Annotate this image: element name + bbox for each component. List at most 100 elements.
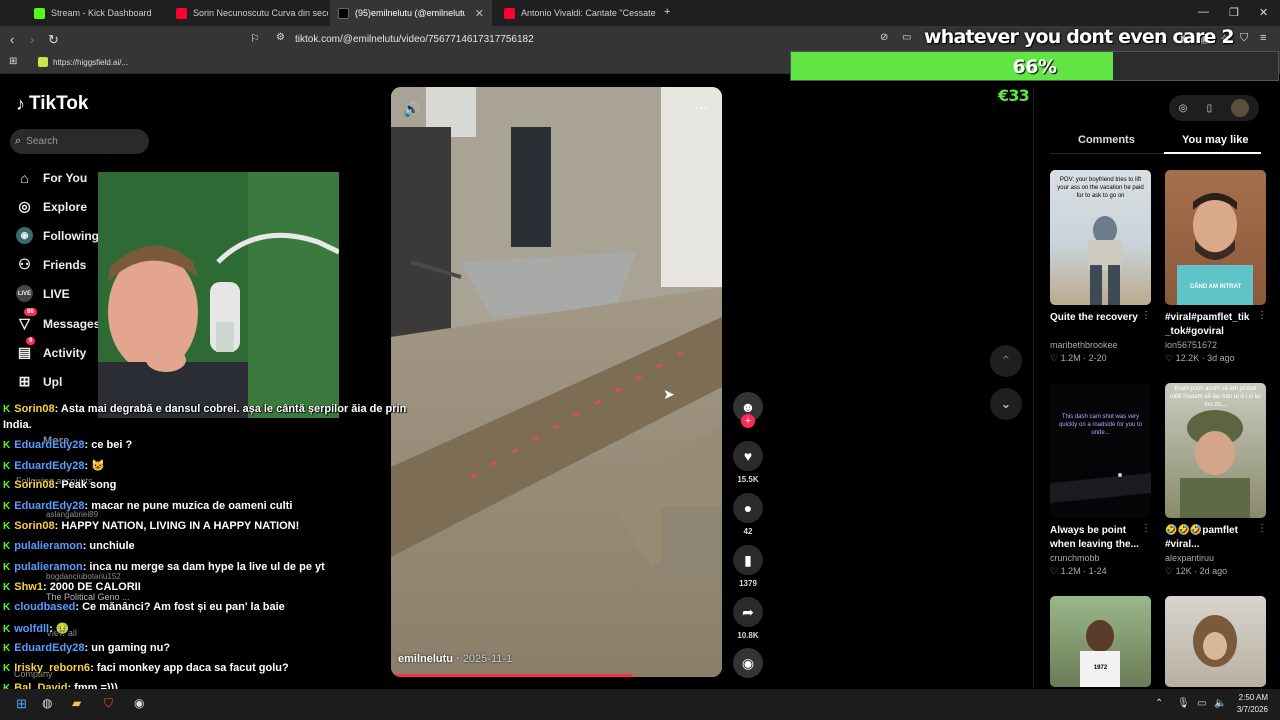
home-icon: ⌂ bbox=[20, 169, 29, 186]
nav-friends[interactable]: ⚇ Friends bbox=[16, 256, 86, 273]
chat-username[interactable]: Sorin08 bbox=[14, 403, 54, 415]
nav-explore[interactable]: ◎ Explore bbox=[16, 198, 87, 215]
video-card[interactable]: This dash cam shot was very quickly on a… bbox=[1050, 383, 1151, 577]
follow-plus-icon[interactable]: + bbox=[741, 414, 755, 428]
chat-username[interactable]: pulalieramon bbox=[14, 540, 82, 552]
video-thumbnail: This dash cam shot was very quickly on a… bbox=[1050, 383, 1151, 518]
bookmark-higgsfield[interactable]: https://higgsfield.ai/... bbox=[38, 57, 128, 67]
card-author[interactable]: ion56751672 bbox=[1165, 340, 1266, 350]
nav-live[interactable]: LIVE LIVE bbox=[16, 285, 70, 302]
kick-badge-icon: K bbox=[3, 461, 11, 472]
tab-kick-dashboard[interactable]: Stream - Kick Dashboard bbox=[26, 0, 168, 26]
nav-following[interactable]: ◉ Following bbox=[16, 227, 99, 244]
chat-username[interactable]: EduardEdy28 bbox=[14, 460, 84, 472]
more-options-icon[interactable]: ⋯ bbox=[694, 99, 708, 116]
save-button[interactable]: ▮ 1379 bbox=[733, 545, 763, 588]
windows-start-icon[interactable]: ⊞ bbox=[16, 696, 27, 712]
back-icon[interactable]: ‹ bbox=[10, 32, 14, 47]
close-tab-icon[interactable]: ✕ bbox=[475, 7, 484, 20]
nav-messages[interactable]: ▽ 86 Messages bbox=[16, 308, 100, 332]
tab-youtube-vivaldi[interactable]: Antonio Vivaldi: Cantate "Cessate, om bbox=[496, 0, 656, 26]
sound-disc[interactable]: ◉ bbox=[733, 648, 763, 678]
creator-avatar[interactable]: ☻ + bbox=[733, 392, 763, 428]
search-input[interactable]: ⌕ Search bbox=[10, 129, 149, 154]
search-icon: ⌕ bbox=[15, 135, 22, 147]
chat-username[interactable]: cloudbased bbox=[14, 601, 75, 613]
like-button[interactable]: ♥ 15.5K bbox=[733, 441, 763, 484]
chat-username[interactable]: pulalieramon bbox=[14, 561, 82, 573]
url-field[interactable]: tiktok.com/@emilnelutu/video/75677146173… bbox=[295, 34, 534, 45]
chat-username[interactable]: EduardEdy28 bbox=[14, 642, 84, 654]
tab-youtube-sorin[interactable]: Sorin Necunoscutu Curva din secolul bbox=[168, 0, 328, 26]
next-video-button[interactable]: ⌄ bbox=[990, 388, 1022, 420]
system-clock[interactable]: 2:50 AM 3/7/2026 bbox=[1237, 692, 1268, 716]
folder-icon[interactable]: ▰ bbox=[72, 696, 81, 710]
card-more-icon[interactable]: ⋮ bbox=[1257, 310, 1267, 321]
tiktok-logo[interactable]: ♪ TikTok bbox=[16, 93, 88, 115]
video-card[interactable]: 1972 bbox=[1050, 596, 1151, 687]
nav-for-you[interactable]: ⌂ For You bbox=[16, 169, 87, 186]
restore-icon[interactable]: ❐ bbox=[1229, 6, 1239, 19]
card-date: 3d ago bbox=[1207, 353, 1235, 363]
microphone-icon[interactable]: 🎙 bbox=[1177, 698, 1190, 709]
card-more-icon[interactable]: ⋮ bbox=[1257, 523, 1267, 534]
video-player[interactable]: 🔊 ⋯ emilnelutu · 2025-11-1 bbox=[391, 87, 722, 677]
tray-expand-icon[interactable]: ⌃ bbox=[1155, 698, 1163, 709]
comment-button[interactable]: ● 42 bbox=[733, 493, 763, 536]
chat-username[interactable]: Sorin08 bbox=[14, 520, 54, 532]
share-button[interactable]: ➦ 10.8K bbox=[733, 597, 763, 640]
card-author[interactable]: maribethbrookee bbox=[1050, 340, 1151, 350]
chat-message: K EduardEdy28: 😺 bbox=[3, 459, 105, 472]
video-card[interactable]: POV: your boyfriend tries to lift your a… bbox=[1050, 170, 1151, 364]
eye-off-icon[interactable]: ⊘ bbox=[880, 32, 888, 43]
site-info-icon[interactable]: ⚙ bbox=[276, 32, 285, 43]
shield-icon[interactable]: ⛉ bbox=[1240, 32, 1248, 45]
chat-username[interactable]: wolfdll bbox=[14, 623, 49, 635]
chat-username[interactable]: EduardEdy28 bbox=[14, 439, 84, 451]
forward-icon[interactable]: › bbox=[30, 32, 34, 47]
chat-message: K Shw1: 2000 DE CALORII bbox=[3, 581, 141, 593]
previous-video-button[interactable]: ⌃ bbox=[990, 345, 1022, 377]
bookmark-icon[interactable]: ⚐ bbox=[250, 32, 260, 45]
chat-username[interactable]: Shw1 bbox=[14, 581, 43, 593]
speaker-icon[interactable]: 🔈 bbox=[1214, 698, 1226, 709]
reload-icon[interactable]: ↻ bbox=[48, 32, 59, 48]
card-more-icon[interactable]: ⋮ bbox=[1141, 310, 1151, 321]
display-icon[interactable]: ▭ bbox=[1197, 698, 1206, 709]
close-window-icon[interactable]: ✕ bbox=[1259, 6, 1268, 19]
chrome-icon[interactable]: ◍ bbox=[42, 696, 52, 710]
nav-activity[interactable]: ▤ 9 Activity bbox=[16, 337, 87, 361]
comment-icon: ● bbox=[733, 493, 763, 523]
nav-upload[interactable]: ⊞ Upl bbox=[16, 373, 63, 390]
chat-username[interactable]: Irisky_reborn6 bbox=[14, 662, 90, 674]
video-card[interactable] bbox=[1165, 596, 1266, 687]
compass-icon[interactable]: ◎ bbox=[1179, 103, 1188, 114]
chat-username[interactable]: Sorin08 bbox=[14, 479, 54, 491]
video-card[interactable]: Eram puțin acum să am probat iuBil insea… bbox=[1165, 383, 1266, 577]
card-author[interactable]: alexpantiruu bbox=[1165, 553, 1266, 563]
tab-tiktok[interactable]: (95)emilnelutu (@emilnelutu) ✕ bbox=[330, 0, 492, 26]
goal-percent: 66% bbox=[1012, 56, 1057, 78]
apps-icon[interactable]: ⊞ bbox=[9, 56, 17, 67]
chat-text: : faci monkey app daca sa facut golu? bbox=[90, 662, 289, 674]
kick-badge-icon: K bbox=[3, 582, 11, 593]
chat-username[interactable]: EduardEdy28 bbox=[14, 500, 84, 512]
minimize-icon[interactable]: — bbox=[1198, 6, 1209, 18]
new-tab-button[interactable]: + bbox=[664, 6, 670, 18]
card-more-icon[interactable]: ⋮ bbox=[1141, 523, 1151, 534]
tab-you-may-like[interactable]: You may like bbox=[1182, 134, 1248, 146]
cast-icon[interactable]: ▭ bbox=[902, 32, 911, 43]
nav-label: Activity bbox=[43, 345, 87, 360]
windows-taskbar: ⊞ ◍ ▰ ⛉ ◉ ⌃ 🎙 ▭ 🔈 2:50 AM 3/7/2026 bbox=[0, 689, 1280, 720]
video-card[interactable]: CÂND AM INTRAT #viral#pamflet_tik _tok#g… bbox=[1165, 170, 1266, 364]
obs-icon[interactable]: ◉ bbox=[134, 696, 144, 710]
profile-avatar[interactable] bbox=[1231, 99, 1250, 117]
card-author[interactable]: crunchmobb bbox=[1050, 553, 1151, 563]
brave-icon[interactable]: ⛉ bbox=[104, 696, 113, 711]
phone-icon[interactable]: ▯ bbox=[1207, 103, 1213, 114]
menu-icon[interactable]: ≡ bbox=[1260, 32, 1266, 44]
tab-comments[interactable]: Comments bbox=[1078, 134, 1135, 146]
bookmark-icon: ▮ bbox=[733, 545, 763, 575]
volume-icon[interactable]: 🔊 bbox=[403, 101, 420, 118]
active-tab-underline bbox=[1164, 152, 1261, 154]
